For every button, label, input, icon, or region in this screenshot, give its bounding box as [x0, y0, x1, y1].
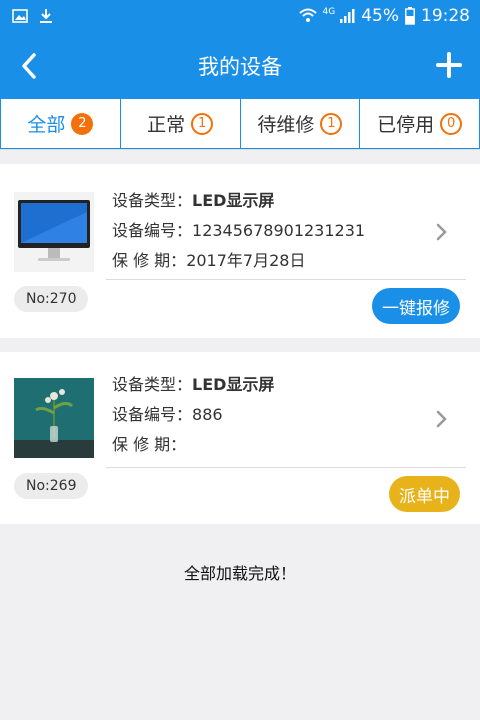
network-type: 4G — [322, 7, 336, 17]
report-repair-button[interactable]: 一键报修 — [372, 288, 460, 324]
tab-disabled[interactable]: 已停用 0 — [360, 98, 480, 149]
device-serial-row: 设备编号：886 — [112, 400, 274, 430]
type-label: 设备类型： — [112, 375, 193, 394]
tab-label: 已停用 — [377, 114, 435, 136]
page-title: 我的设备 — [198, 55, 282, 79]
device-number-tag: No:270 — [14, 286, 89, 312]
vase-image — [14, 378, 94, 458]
divider — [106, 467, 466, 468]
status-tabs: 全部 2 正常 1 待维修 1 已停用 0 — [0, 98, 480, 150]
tab-normal[interactable]: 正常 1 — [120, 98, 241, 149]
app-header: 我的设备 — [0, 34, 480, 98]
signal-icon — [340, 9, 355, 23]
count-badge: 2 — [71, 112, 94, 135]
plus-icon — [436, 52, 462, 78]
serial-label: 设备编号： — [112, 405, 193, 424]
device-thumbnail — [14, 378, 94, 458]
tab-label: 待维修 — [257, 114, 315, 136]
warranty-row: 保 修 期： — [112, 430, 274, 460]
warranty-value: 2017年7月28日 — [186, 251, 306, 270]
tab-label: 正常 — [147, 114, 186, 136]
count-badge: 0 — [440, 112, 463, 135]
load-complete-text: 全部加载完成！ — [183, 564, 296, 583]
serial-label: 设备编号： — [112, 221, 193, 240]
battery-percent: 45% — [361, 6, 399, 26]
battery-icon — [405, 7, 415, 25]
serial-value: 886 — [192, 405, 223, 424]
dispatching-status-button[interactable]: 派单中 — [389, 476, 460, 512]
device-serial-row: 设备编号：12345678901231231 — [112, 216, 365, 246]
divider — [106, 279, 466, 280]
add-device-button[interactable] — [432, 48, 466, 82]
image-notification-icon — [12, 9, 28, 23]
count-badge: 1 — [191, 112, 214, 135]
wifi-icon — [298, 8, 317, 22]
serial-value: 12345678901231231 — [192, 221, 366, 240]
device-info: 设备类型：LED显示屏 设备编号：886 保 修 期： — [112, 370, 274, 460]
type-value: LED显示屏 — [192, 375, 275, 394]
device-card[interactable]: No:270 设备类型：LED显示屏 设备编号：1234567890123123… — [0, 164, 480, 338]
chevron-right-icon[interactable] — [434, 409, 450, 429]
clock: 19:28 — [421, 6, 470, 26]
count-badge: 1 — [320, 112, 343, 135]
warranty-label: 保 修 期： — [112, 251, 187, 270]
download-notification-icon — [40, 9, 52, 23]
device-thumbnail — [14, 192, 94, 272]
device-type-row: 设备类型：LED显示屏 — [112, 186, 365, 216]
warranty-row: 保 修 期：2017年7月28日 — [112, 246, 365, 276]
type-value: LED显示屏 — [192, 191, 275, 210]
tab-all[interactable]: 全部 2 — [0, 98, 121, 149]
tab-pending-repair[interactable]: 待维修 1 — [240, 98, 361, 149]
monitor-image — [14, 192, 94, 272]
device-info: 设备类型：LED显示屏 设备编号：12345678901231231 保 修 期… — [112, 186, 365, 276]
warranty-label: 保 修 期： — [112, 435, 187, 454]
status-bar: 4G 45% 19:28 — [0, 0, 480, 34]
chevron-right-icon[interactable] — [434, 222, 450, 242]
device-number-tag: No:269 — [14, 473, 89, 499]
tab-label: 全部 — [27, 114, 66, 136]
device-card[interactable]: No:269 设备类型：LED显示屏 设备编号：886 保 修 期： 派单中 — [0, 352, 480, 524]
type-label: 设备类型： — [112, 191, 193, 210]
device-type-row: 设备类型：LED显示屏 — [112, 370, 274, 400]
